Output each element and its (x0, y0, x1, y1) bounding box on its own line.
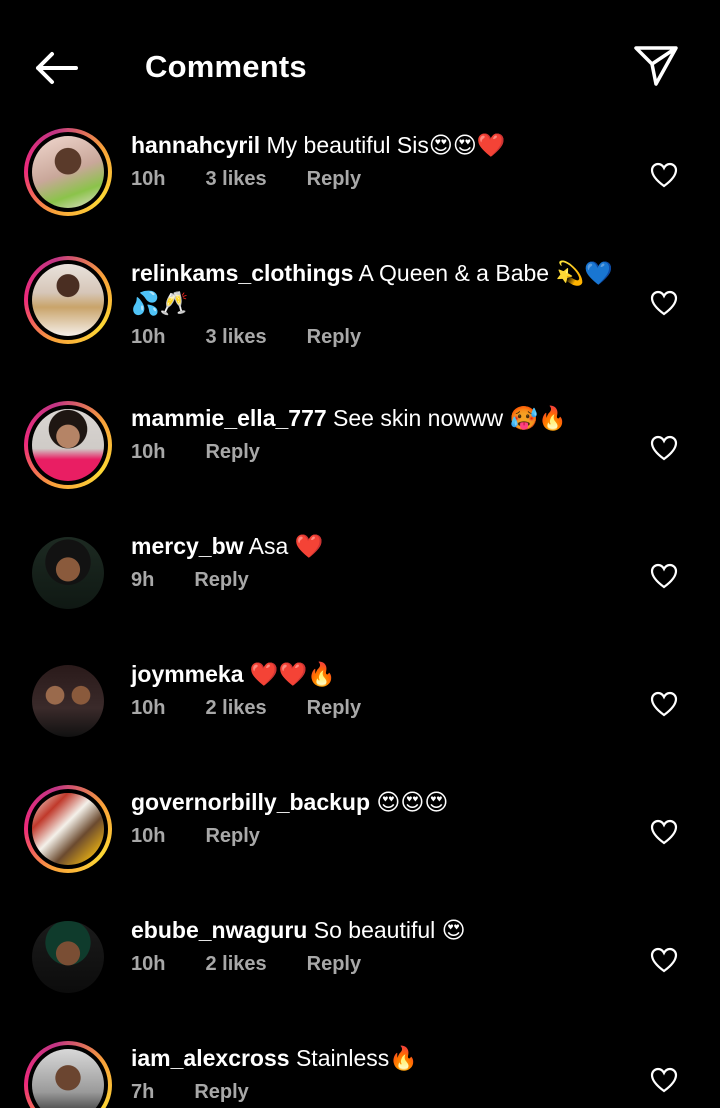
reply-button[interactable]: Reply (205, 441, 259, 464)
avatar[interactable] (24, 657, 112, 745)
like-heart-icon[interactable] (650, 819, 678, 845)
comment-body: relinkams_clothings A Queen & a Babe 💫💙💦… (131, 258, 621, 349)
arrow-left-icon (36, 52, 78, 84)
reply-button[interactable]: Reply (307, 697, 361, 720)
comment-body: governorbilly_backup 😍😍😍 10h Reply (131, 787, 621, 848)
comment-body: mammie_ella_777 See skin nowww 🥵🔥 10h Re… (131, 403, 621, 464)
comment-item: joymmeka ❤️❤️🔥 10h 2 likes Reply (0, 653, 720, 773)
comment-time: 10h (131, 441, 166, 463)
comment-time: 10h (131, 697, 166, 719)
comment-text: My beautiful Sis😍😍❤️ (266, 132, 506, 158)
reply-button[interactable]: Reply (205, 825, 259, 848)
reply-button[interactable]: Reply (194, 569, 248, 592)
comment-likes[interactable]: 3 likes (205, 168, 266, 191)
avatar[interactable] (24, 785, 112, 873)
comment-likes[interactable]: 2 likes (205, 697, 266, 720)
reply-button[interactable]: Reply (194, 1081, 248, 1104)
like-heart-icon[interactable] (650, 563, 678, 589)
reply-button[interactable]: Reply (307, 326, 361, 349)
comment-time: 10h (131, 326, 166, 348)
comment-item: iam_alexcross Stainless🔥 7h Reply (0, 1037, 720, 1108)
like-heart-icon[interactable] (650, 290, 678, 316)
comment-item: ebube_nwaguru So beautiful 😍 10h 2 likes… (0, 909, 720, 1029)
page-title: Comments (145, 49, 307, 84)
comment-likes[interactable]: 3 likes (205, 326, 266, 349)
comment-text: 😍😍😍 (376, 789, 449, 815)
like-heart-icon[interactable] (650, 947, 678, 973)
comment-body: ebube_nwaguru So beautiful 😍 10h 2 likes… (131, 915, 621, 976)
comment-item: relinkams_clothings A Queen & a Babe 💫💙💦… (0, 252, 720, 402)
comment-item: mammie_ella_777 See skin nowww 🥵🔥 10h Re… (0, 397, 720, 517)
comment-text: See skin nowww 🥵🔥 (333, 405, 567, 431)
comment-username[interactable]: ebube_nwaguru (131, 917, 307, 943)
comment-item: mercy_bw Asa ❤️ 9h Reply (0, 525, 720, 645)
comment-body: mercy_bw Asa ❤️ 9h Reply (131, 531, 621, 592)
comment-body: hannahcyril My beautiful Sis😍😍❤️ 10h 3 l… (131, 130, 621, 191)
comment-time: 10h (131, 825, 166, 847)
comment-text: Asa ❤️ (248, 533, 324, 559)
like-heart-icon[interactable] (650, 1067, 678, 1093)
avatar[interactable] (24, 128, 112, 216)
like-heart-icon[interactable] (650, 435, 678, 461)
avatar[interactable] (24, 401, 112, 489)
comment-likes[interactable]: 2 likes (205, 953, 266, 976)
comment-time: 10h (131, 168, 166, 190)
comment-item: governorbilly_backup 😍😍😍 10h Reply (0, 781, 720, 901)
share-button[interactable] (628, 40, 684, 92)
avatar[interactable] (24, 529, 112, 617)
reply-button[interactable]: Reply (307, 953, 361, 976)
comment-item: hannahcyril My beautiful Sis😍😍❤️ 10h 3 l… (0, 124, 720, 244)
comment-username[interactable]: mammie_ella_777 (131, 405, 327, 431)
comment-time: 7h (131, 1081, 155, 1103)
comment-text: ❤️❤️🔥 (249, 661, 336, 687)
comment-username[interactable]: hannahcyril (131, 132, 260, 158)
comment-body: iam_alexcross Stainless🔥 7h Reply (131, 1043, 621, 1104)
comment-time: 10h (131, 953, 166, 975)
comment-username[interactable]: governorbilly_backup (131, 789, 370, 815)
like-heart-icon[interactable] (650, 691, 678, 717)
comment-username[interactable]: joymmeka (131, 661, 244, 687)
comment-time: 9h (131, 569, 155, 591)
avatar[interactable] (24, 913, 112, 1001)
comment-username[interactable]: relinkams_clothings (131, 260, 353, 286)
comment-text: Stainless🔥 (295, 1045, 418, 1071)
avatar[interactable] (24, 256, 112, 344)
comment-username[interactable]: iam_alexcross (131, 1045, 290, 1071)
comment-username[interactable]: mercy_bw (131, 533, 244, 559)
header: Comments (0, 0, 720, 118)
back-button[interactable] (28, 44, 84, 92)
comment-body: joymmeka ❤️❤️🔥 10h 2 likes Reply (131, 659, 621, 720)
reply-button[interactable]: Reply (307, 168, 361, 191)
comment-text: So beautiful 😍 (313, 917, 466, 943)
paper-plane-icon (634, 46, 678, 86)
avatar[interactable] (24, 1041, 112, 1108)
like-heart-icon[interactable] (650, 162, 678, 188)
